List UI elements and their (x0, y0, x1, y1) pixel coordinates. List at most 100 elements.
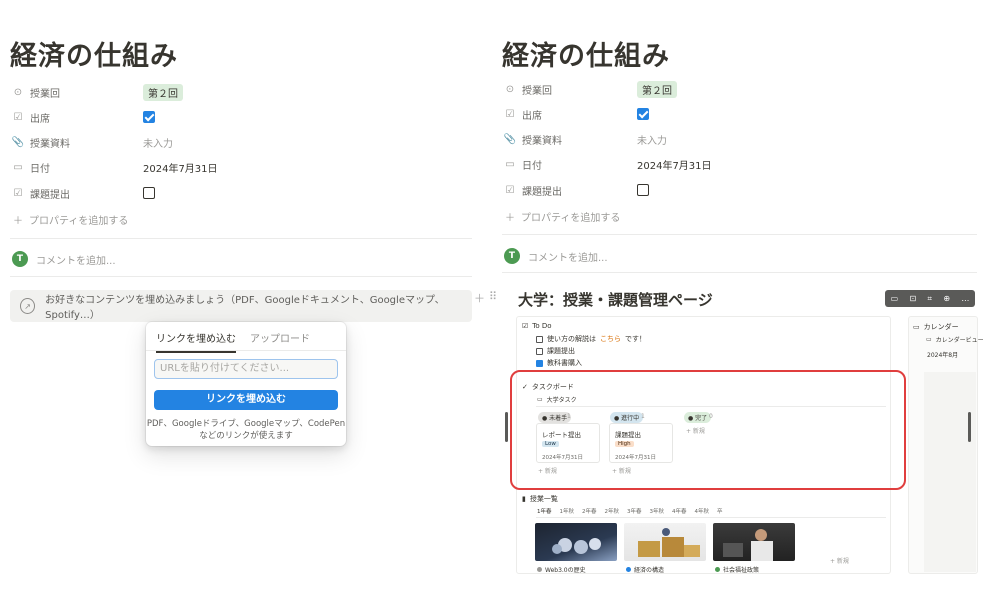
todo-item[interactable]: 使い方の解説は こちら です！ (536, 334, 646, 344)
page-title: 経済の仕組み (10, 41, 178, 72)
gallery-tab[interactable]: 1年春 (537, 507, 552, 515)
plus-icon: ＋ (13, 216, 23, 227)
property-label: 課題提出 (30, 189, 70, 201)
property-row-materials[interactable]: 📎 授業資料 未入力 (504, 129, 667, 149)
page-icon (537, 567, 542, 572)
property-label: 授業回 (522, 85, 552, 97)
page-icon (715, 567, 720, 572)
assignment-checkbox[interactable] (637, 184, 649, 196)
date-value[interactable]: 2024年7月31日 (637, 157, 712, 172)
gallery-tab[interactable]: 4年春 (672, 507, 687, 515)
more-icon[interactable]: … (961, 294, 969, 303)
todo-checkbox[interactable] (536, 359, 543, 367)
todo-item[interactable]: 教科書購入 (536, 358, 582, 368)
page-icon (626, 567, 631, 572)
gallery-item-label: 社会福祉政策 (715, 565, 759, 574)
gallery-new-button[interactable]: + 新規 (830, 556, 849, 565)
property-row-assignment[interactable]: ☑ 課題提出 (12, 183, 155, 203)
gallery-tab[interactable]: 2年秋 (605, 507, 620, 515)
scrollbar[interactable] (505, 412, 508, 442)
url-input[interactable]: URLを貼り付けてください... (154, 359, 338, 379)
gallery-tab[interactable]: 1年秋 (560, 507, 575, 515)
gallery-thumbnail-crypto[interactable] (535, 523, 617, 561)
property-row-assignment[interactable]: ☑ 課題提出 (504, 180, 649, 200)
comment-input[interactable]: コメントを追加... (528, 249, 608, 264)
property-row-attendance[interactable]: ☑ 出席 (504, 104, 649, 124)
highlight-box (510, 370, 906, 490)
divider (10, 276, 472, 277)
attendance-checkbox[interactable] (143, 111, 155, 123)
materials-value[interactable]: 未入力 (637, 132, 667, 147)
add-property-label: プロパティを追加する (521, 213, 621, 224)
compass-icon: ↗ (20, 298, 36, 314)
calendar-icon: ▭ (13, 161, 23, 173)
comment-row[interactable]: T コメントを追加... (504, 248, 608, 264)
gallery-tab[interactable]: 卒 (717, 507, 723, 515)
lecture-number-tag[interactable]: 第２回 (637, 80, 677, 98)
caption-icon[interactable]: ⊡ (910, 294, 917, 303)
comment-icon[interactable]: ▭ (891, 294, 899, 303)
todo-header-label: To Do (532, 322, 552, 330)
add-property-button[interactable]: ＋ プロパティを追加する (505, 209, 620, 224)
gallery-thumbnail-economy[interactable] (624, 523, 706, 561)
calendar-header: ▭ カレンダー (913, 322, 959, 332)
embed-toolbar: ▭ ⊡ ⌗ ⊕ … (885, 290, 975, 307)
avatar: T (504, 248, 520, 264)
left-page-panel: 経済の仕組み ⊙ 授業回 第２回 ☑ 出席 📎 授業資料 未入力 ▭ 日付 20… (0, 0, 480, 600)
materials-value[interactable]: 未入力 (143, 135, 173, 150)
coin-stack-image (638, 528, 700, 557)
comment-row[interactable]: T コメントを追加... (12, 251, 116, 267)
date-value[interactable]: 2024年7月31日 (143, 160, 218, 175)
property-row-date[interactable]: ▭ 日付 2024年7月31日 (504, 154, 712, 174)
block-handles[interactable]: ＋ ⠿ (474, 290, 497, 306)
attendance-checkbox[interactable] (637, 108, 649, 120)
assignment-checkbox[interactable] (143, 187, 155, 199)
crop-icon[interactable]: ⌗ (928, 294, 933, 304)
gallery-tab[interactable]: 3年秋 (650, 507, 665, 515)
download-icon[interactable]: ⊕ (943, 294, 950, 303)
todo-checkbox[interactable] (536, 335, 543, 343)
property-row-materials[interactable]: 📎 授業資料 未入力 (12, 132, 173, 152)
gallery-tab[interactable]: 4年秋 (695, 507, 710, 515)
comment-input[interactable]: コメントを追加... (36, 252, 116, 267)
property-row-lecture-number[interactable]: ⊙ 授業回 第２回 (12, 82, 183, 102)
gallery-header: ▮ 授業一覧 (522, 494, 558, 504)
property-row-lecture-number[interactable]: ⊙ 授業回 第２回 (504, 79, 677, 99)
calendar-icon: ▭ (926, 336, 932, 343)
property-row-date[interactable]: ▭ 日付 2024年7月31日 (12, 157, 218, 177)
property-row-attendance[interactable]: ☑ 出席 (12, 107, 155, 127)
todo-text: 使い方の解説は (547, 335, 596, 343)
divider (502, 272, 977, 273)
property-label: 課題提出 (522, 186, 562, 198)
property-label: 出席 (30, 113, 50, 125)
todo-link[interactable]: こちら (600, 334, 621, 344)
calendar-view-label: カレンダービュー (935, 337, 984, 344)
todo-text: 課題提出 (547, 347, 575, 355)
lecture-number-tag[interactable]: 第２回 (143, 83, 183, 101)
embed-block[interactable]: ↗ お好きなコンテンツを埋め込みましょう（PDF、Googleドキュメント、Go… (10, 290, 472, 322)
add-property-button[interactable]: ＋ プロパティを追加する (13, 212, 128, 227)
hint-line: PDF、Googleドライブ、Googleマップ、CodePen (146, 419, 346, 429)
gallery-tab[interactable]: 3年春 (627, 507, 642, 515)
calendar-icon: ▭ (913, 323, 920, 331)
todo-header: ☑ To Do (522, 322, 552, 330)
checkbox-property-icon: ☑ (13, 111, 23, 123)
todo-checkbox[interactable] (536, 347, 543, 355)
embed-link-button[interactable]: リンクを埋め込む (154, 390, 338, 410)
gallery-item-label: Web3.0の歴史 (537, 565, 586, 574)
divider (10, 238, 472, 239)
calendar-view-tab[interactable]: ▭ カレンダービュー (926, 335, 984, 344)
plus-icon[interactable]: ＋ (474, 290, 485, 306)
hint-line: などのリンクが使えます (199, 431, 293, 441)
calendar-grid (924, 372, 976, 572)
todo-item[interactable]: 課題提出 (536, 346, 575, 356)
divider (146, 350, 346, 351)
gallery-thumbnail-welfare[interactable] (713, 523, 795, 561)
calendar-icon: ▭ (505, 158, 515, 170)
checkbox-property-icon: ☑ (505, 184, 515, 196)
calendar-header-label: カレンダー (923, 323, 959, 331)
radio-target-icon: ⊙ (505, 83, 515, 95)
scrollbar[interactable] (968, 412, 971, 442)
gallery-tab[interactable]: 2年春 (582, 507, 597, 515)
todo-text: 教科書購入 (547, 359, 582, 367)
